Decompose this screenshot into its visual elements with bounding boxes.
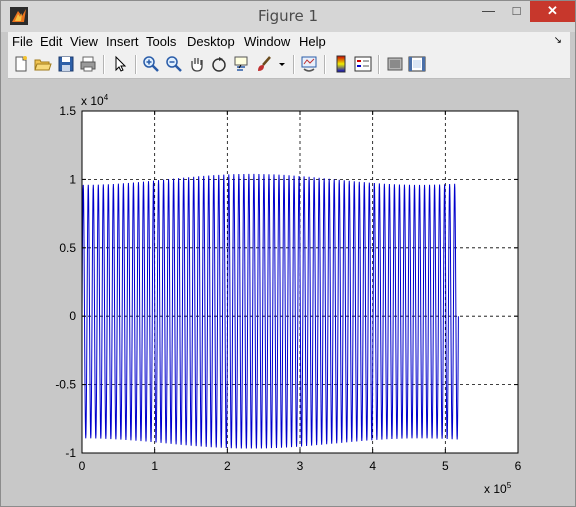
zoom-in-icon bbox=[143, 56, 159, 72]
data-cursor-button[interactable] bbox=[232, 55, 250, 73]
x-tick-label: 2 bbox=[224, 459, 231, 473]
insert-legend-button[interactable] bbox=[354, 55, 372, 73]
figure-toolbar bbox=[8, 51, 570, 79]
show-plot-tools-button[interactable] bbox=[408, 55, 426, 73]
x-tick-label: 4 bbox=[369, 459, 376, 473]
y-tick-label: 0 bbox=[69, 309, 76, 323]
figure-canvas[interactable]: 0 1 2 3 4 5 6 -1 -0.5 0 0.5 1 1.5 x 104 x 105 bbox=[8, 79, 570, 501]
menu-bar: File Edit View Insert Tools Desktop Wind… bbox=[8, 32, 570, 51]
zoom-out-button[interactable] bbox=[165, 55, 183, 73]
link-plot-button[interactable] bbox=[300, 55, 318, 73]
new-figure-button[interactable] bbox=[12, 55, 30, 73]
hide-plot-tools-button[interactable] bbox=[386, 55, 404, 73]
brush-button[interactable] bbox=[255, 55, 273, 73]
data-cursor-icon bbox=[234, 56, 248, 71]
line-plot[interactable]: 0 1 2 3 4 5 6 -1 -0.5 0 0.5 1 1.5 bbox=[8, 79, 570, 501]
hide-plot-tools-icon bbox=[387, 57, 403, 71]
brush-dropdown[interactable] bbox=[277, 55, 287, 73]
minimize-button[interactable]: — bbox=[475, 1, 502, 22]
x-tick-label: 3 bbox=[297, 459, 304, 473]
x-tick-label: 1 bbox=[151, 459, 158, 473]
edit-plot-button[interactable] bbox=[111, 55, 129, 73]
zoom-in-button[interactable] bbox=[142, 55, 160, 73]
rotate-3d-icon bbox=[212, 57, 226, 72]
y-tick-label: 0.5 bbox=[59, 241, 76, 255]
y-tick-label: -0.5 bbox=[55, 378, 76, 392]
x-tick-label: 6 bbox=[515, 459, 522, 473]
y-exponent-label: x 104 bbox=[81, 93, 109, 108]
chevron-down-icon bbox=[279, 63, 285, 66]
rotate-3d-button[interactable] bbox=[210, 55, 228, 73]
save-button[interactable] bbox=[57, 55, 75, 73]
y-tick-label: -1 bbox=[65, 446, 76, 460]
new-figure-icon bbox=[15, 56, 27, 72]
menu-view[interactable]: View bbox=[70, 34, 98, 49]
menu-help[interactable]: Help bbox=[299, 34, 326, 49]
menu-tools[interactable]: Tools bbox=[146, 34, 176, 49]
maximize-button[interactable]: □ bbox=[503, 1, 530, 22]
y-tick-label: 1 bbox=[69, 172, 76, 186]
menu-insert[interactable]: Insert bbox=[106, 34, 139, 49]
save-icon bbox=[58, 56, 74, 72]
edit-plot-arrow-icon bbox=[115, 55, 127, 72]
y-tick-label: 1.5 bbox=[59, 104, 76, 118]
x-tick-label: 5 bbox=[442, 459, 449, 473]
brush-icon bbox=[258, 56, 271, 71]
menu-edit[interactable]: Edit bbox=[40, 34, 62, 49]
x-exponent-label: x 105 bbox=[484, 481, 512, 496]
title-bar: Figure 1 — □ ✕ bbox=[1, 1, 575, 32]
show-plot-tools-icon bbox=[408, 56, 426, 72]
menu-window[interactable]: Window bbox=[244, 34, 290, 49]
menu-desktop[interactable]: Desktop bbox=[187, 34, 235, 49]
close-button[interactable]: ✕ bbox=[530, 1, 575, 22]
print-button[interactable] bbox=[79, 55, 97, 73]
open-file-button[interactable] bbox=[34, 55, 52, 73]
zoom-out-icon bbox=[166, 56, 182, 72]
insert-colorbar-button[interactable] bbox=[332, 55, 350, 73]
insert-colorbar-icon bbox=[336, 55, 346, 73]
link-plot-icon bbox=[301, 56, 317, 72]
print-icon bbox=[80, 56, 96, 72]
x-tick-label: 0 bbox=[79, 459, 86, 473]
insert-legend-icon bbox=[354, 56, 372, 72]
dock-arrow-icon[interactable]: ↘ bbox=[554, 35, 562, 46]
menu-file[interactable]: File bbox=[12, 34, 33, 49]
pan-button[interactable] bbox=[188, 55, 206, 73]
open-file-icon bbox=[34, 59, 52, 71]
figure-window: Figure 1 — □ ✕ File Edit View Insert Too… bbox=[0, 0, 576, 507]
pan-hand-icon bbox=[191, 58, 203, 72]
